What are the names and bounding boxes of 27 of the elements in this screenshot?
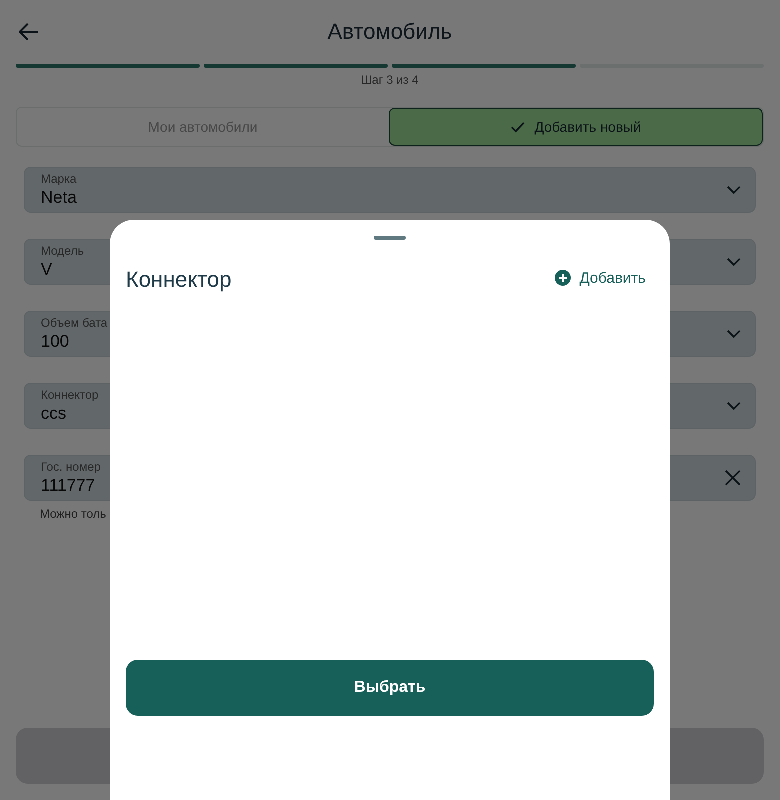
chevron-down-icon <box>727 258 741 266</box>
close-icon[interactable] <box>725 470 741 486</box>
form-field[interactable]: Марка Neta <box>24 167 756 213</box>
field-label: Коннектор <box>41 388 99 402</box>
drag-handle[interactable] <box>374 236 406 240</box>
page-title: Автомобиль <box>328 19 452 45</box>
field-label: Модель <box>41 244 84 258</box>
step-caption: Шаг 3 из 4 <box>360 73 420 87</box>
sheet-title: Коннектор <box>126 267 232 293</box>
field-value: ccs <box>41 404 68 424</box>
field-hint: Можно толь <box>40 507 108 521</box>
add-button[interactable]: Добавить <box>546 270 654 286</box>
chevron-down-icon <box>727 402 741 410</box>
field-label: Объем бата <box>41 316 108 330</box>
field-label: Гос. номер <box>41 460 101 474</box>
field-value: 111777 <box>41 476 96 496</box>
plus-circle-icon <box>554 270 571 286</box>
field-value: 100 <box>41 332 70 352</box>
chevron-down-icon <box>727 186 741 194</box>
field-label: Марка <box>41 172 77 186</box>
tab[interactable]: Добавить новый <box>389 108 763 146</box>
field-value: V <box>41 260 54 280</box>
back-arrow-icon[interactable] <box>19 23 39 41</box>
check-icon <box>510 122 525 132</box>
field-value: Neta <box>41 188 77 208</box>
select-button[interactable]: Выбрать <box>126 660 654 716</box>
chevron-down-icon <box>727 330 741 338</box>
